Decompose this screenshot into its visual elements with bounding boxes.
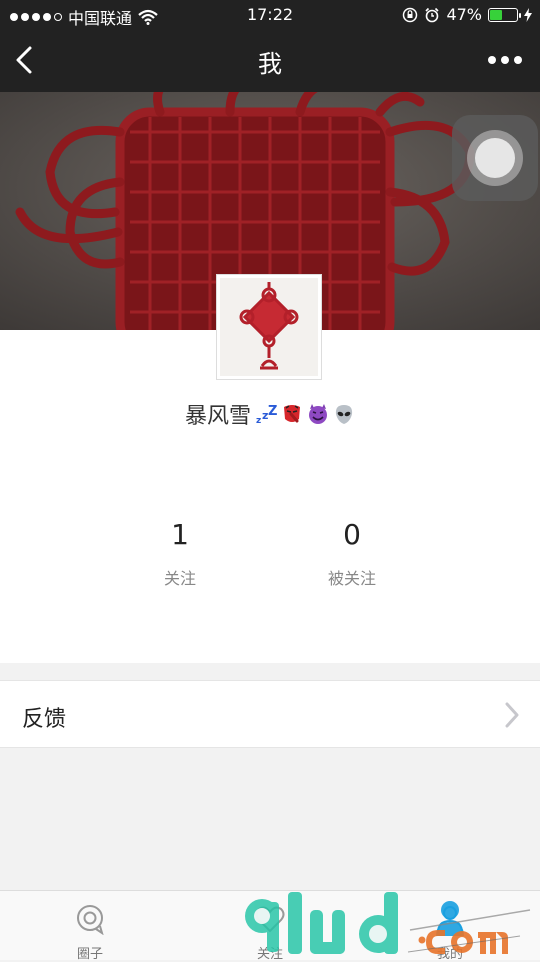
person-icon — [437, 906, 463, 934]
tab-mine[interactable]: 我的 — [360, 891, 540, 962]
following-label: 关注 — [163, 569, 196, 588]
alarm-icon — [425, 7, 440, 22]
chinese-knot-avatar-image — [220, 278, 318, 376]
following-stat[interactable]: 1 关注 — [110, 518, 250, 589]
feedback-label: 反馈 — [22, 707, 67, 732]
status-bar: 中国联通 17:22 47% — [0, 0, 540, 30]
more-options-icon[interactable] — [488, 56, 522, 64]
battery-icon — [488, 7, 521, 22]
battery-percent: 47% — [446, 5, 482, 24]
status-right: 47% — [402, 5, 532, 24]
feedback-row[interactable]: 反馈 — [0, 680, 540, 748]
navigation-bar: 我 — [0, 30, 540, 92]
tab-label: 关注 — [256, 947, 283, 962]
avatar[interactable] — [216, 274, 322, 380]
smiling-devil-emoji-icon — [309, 404, 327, 424]
tab-label: 我的 — [436, 947, 463, 962]
svg-text:z: z — [256, 416, 261, 425]
sleeping-zzz-emoji-icon: z z Z — [256, 404, 277, 425]
followers-count: 0 — [343, 518, 361, 551]
rotation-lock-icon — [403, 7, 418, 22]
alien-emoji-icon — [335, 405, 353, 424]
svg-text:Z: Z — [268, 404, 277, 419]
charging-bolt-icon — [524, 7, 532, 22]
heart-icon — [255, 906, 285, 933]
tab-bar: 圈子 关注 我的 — [0, 890, 540, 962]
username-text: 暴风雪 — [184, 404, 251, 429]
page-title: 我 — [258, 50, 282, 78]
chat-bubble-icon — [77, 905, 104, 935]
username: 暴风雪 z z Z — [0, 398, 540, 430]
tab-circles[interactable]: 圈子 — [0, 891, 180, 962]
followers-stat[interactable]: 0 被关注 — [282, 518, 422, 589]
tab-label: 圈子 — [76, 947, 103, 962]
chevron-right-icon — [505, 702, 519, 728]
followers-label: 被关注 — [327, 569, 376, 588]
tengu-mask-emoji-icon — [284, 405, 300, 423]
assistive-touch-button[interactable] — [452, 115, 538, 201]
tab-following[interactable]: 关注 — [180, 891, 360, 962]
following-count: 1 — [171, 518, 189, 551]
